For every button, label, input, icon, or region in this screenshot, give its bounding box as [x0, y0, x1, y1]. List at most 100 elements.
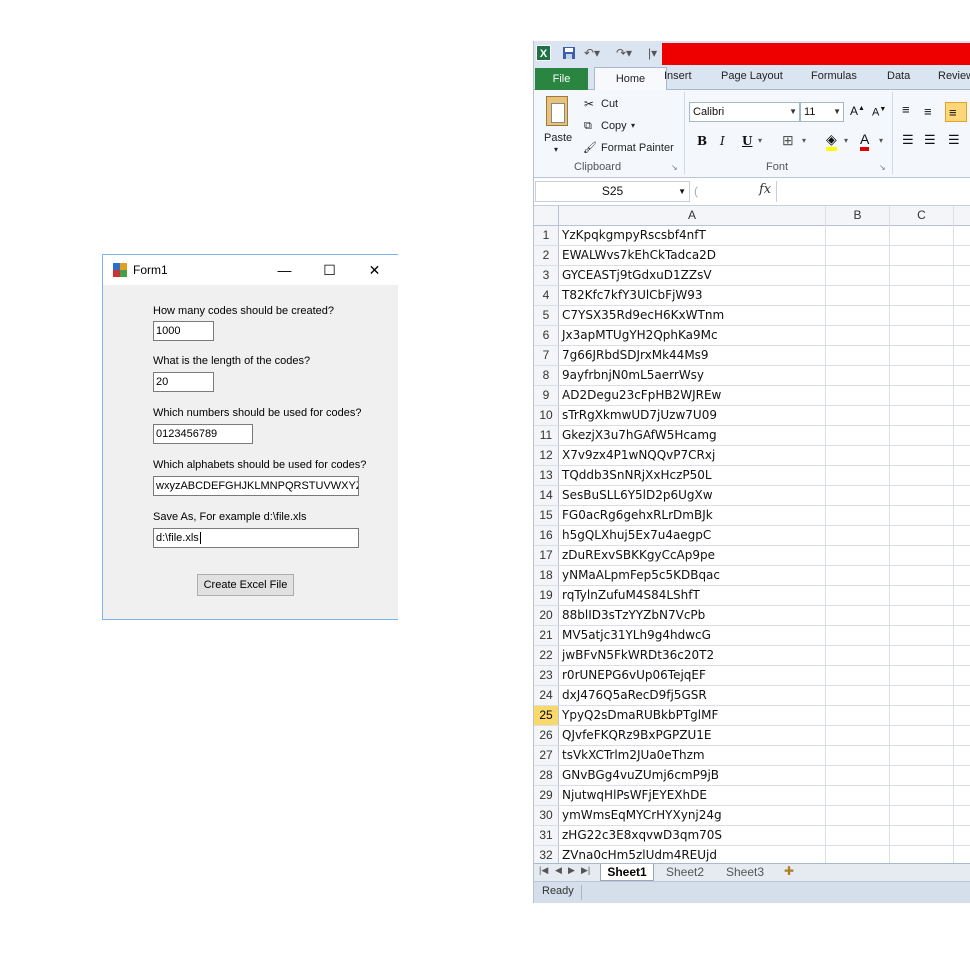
bold-button[interactable]: B — [697, 134, 707, 148]
tab-page-layout[interactable]: Page Layout — [721, 70, 783, 82]
cell-a[interactable]: YzKpqkgmpyRscsbf4nfT — [562, 226, 706, 245]
cell-a[interactable]: MV5atjc31YLh9g4hdwcG — [562, 626, 711, 645]
row-header[interactable]: 22 — [534, 646, 559, 665]
column-header-b[interactable]: B — [826, 206, 890, 225]
cell-a[interactable]: Jx3apMTUgYH2QphKa9Mc — [562, 326, 718, 345]
cell-a[interactable]: EWALWvs7kEhCkTadca2D — [562, 246, 716, 265]
first-sheet-icon[interactable]: |◀ — [539, 865, 548, 876]
font-name-combo[interactable]: Calibri ▼ — [689, 102, 800, 122]
underline-button[interactable]: U — [742, 134, 752, 148]
row-header[interactable]: 3 — [534, 266, 559, 285]
tab-file[interactable]: File — [535, 68, 588, 90]
paste-icon[interactable] — [546, 96, 568, 126]
row-header[interactable]: 30 — [534, 806, 559, 825]
cell-a[interactable]: r0rUNEPG6vUp06TejqEF — [562, 666, 706, 685]
tab-data[interactable]: Data — [887, 70, 910, 82]
align-left-icon[interactable]: ☰ — [902, 132, 914, 148]
cell-a[interactable]: yNMaALpmFep5c5KDBqac — [562, 566, 720, 585]
row-header[interactable]: 15 — [534, 506, 559, 525]
save-icon[interactable] — [562, 46, 576, 60]
format-painter-button[interactable]: Format Painter — [601, 142, 674, 154]
row-header[interactable]: 20 — [534, 606, 559, 625]
column-header-a[interactable]: A — [559, 206, 826, 225]
cell-a[interactable]: 88blID3sTzYYZbN7VcPb — [562, 606, 705, 625]
excel-app-icon[interactable]: X — [536, 45, 551, 61]
fill-color-dropdown-icon[interactable]: ▾ — [844, 136, 848, 145]
formula-input[interactable] — [778, 181, 970, 202]
middle-align-icon[interactable]: ≡ — [924, 104, 932, 119]
italic-button[interactable]: I — [720, 134, 725, 148]
cell-a[interactable]: SesBuSLL6Y5lD2p6UgXw — [562, 486, 713, 505]
cell-a[interactable]: zDuRExvSBKKgyCcAp9pe — [562, 546, 715, 565]
row-header[interactable]: 11 — [534, 426, 559, 445]
cell-a[interactable]: T82Kfc7kfY3UlCbFjW93 — [562, 286, 703, 305]
copy-button[interactable]: Copy — [601, 120, 627, 132]
cell-a[interactable]: YpyQ2sDmaRUBkbPTglMF — [562, 706, 718, 725]
row-header[interactable]: 9 — [534, 386, 559, 405]
row-header[interactable]: 2 — [534, 246, 559, 265]
row-header[interactable]: 14 — [534, 486, 559, 505]
cell-a[interactable]: dxJ476Q5aRecD9fj5GSR — [562, 686, 707, 705]
paste-button[interactable]: Paste — [544, 132, 572, 144]
select-all-corner[interactable] — [534, 206, 559, 226]
cell-a[interactable]: GYCEASTj9tGdxuD1ZZsV — [562, 266, 712, 285]
shrink-font-icon[interactable]: A▼ — [872, 106, 886, 119]
cell-a[interactable]: sTrRgXkmwUD7jUzw7U09 — [562, 406, 717, 425]
row-header[interactable]: 23 — [534, 666, 559, 685]
row-header[interactable]: 25 — [534, 706, 559, 725]
row-header[interactable]: 16 — [534, 526, 559, 545]
last-sheet-icon[interactable]: ▶| — [581, 865, 590, 876]
cell-a[interactable]: AD2Degu23cFpHB2WJREw — [562, 386, 721, 405]
cut-button[interactable]: Cut — [601, 98, 618, 110]
row-header[interactable]: 31 — [534, 826, 559, 845]
code-length-input[interactable]: 20 — [153, 372, 214, 392]
name-box-dropdown-icon[interactable]: ▼ — [678, 182, 686, 201]
create-excel-file-button[interactable]: Create Excel File — [197, 574, 294, 596]
top-align-icon[interactable]: ≡ — [902, 102, 910, 117]
cell-a[interactable]: QJvfeFKQRz9BxPGPZU1E — [562, 726, 712, 745]
row-header[interactable]: 18 — [534, 566, 559, 585]
row-header[interactable]: 28 — [534, 766, 559, 785]
borders-dropdown-icon[interactable]: ▾ — [802, 136, 806, 145]
save-as-input[interactable]: d:\file.xls — [153, 528, 359, 548]
sheet-tab-sheet2[interactable]: Sheet2 — [660, 864, 710, 881]
cell-a[interactable]: GkezjX3u7hGAfW5Hcamg — [562, 426, 717, 445]
row-header[interactable]: 12 — [534, 446, 559, 465]
row-header[interactable]: 17 — [534, 546, 559, 565]
align-center-icon[interactable]: ☰ — [924, 132, 936, 148]
cell-a[interactable]: ymWmsEqMYCrHYXynj24g — [562, 806, 722, 825]
customize-qat-icon[interactable]: |▾ — [648, 45, 657, 61]
copy-dropdown-icon[interactable]: ▾ — [631, 121, 635, 130]
grow-font-icon[interactable]: A▲ — [850, 104, 865, 118]
close-button[interactable]: ✕ — [352, 255, 397, 285]
align-right-icon[interactable]: ☰ — [948, 132, 960, 148]
sheet-tab-sheet1[interactable]: Sheet1 — [600, 864, 654, 881]
row-header[interactable]: 8 — [534, 366, 559, 385]
undo-icon[interactable]: ↶▾ — [584, 45, 600, 61]
code-count-input[interactable]: 1000 — [153, 321, 214, 341]
prev-sheet-icon[interactable]: ◀ — [555, 865, 562, 876]
row-header[interactable]: 7 — [534, 346, 559, 365]
row-header[interactable]: 4 — [534, 286, 559, 305]
tab-review[interactable]: Review — [938, 70, 970, 82]
font-color-dropdown-icon[interactable]: ▾ — [879, 136, 883, 145]
cell-a[interactable]: 7g66JRbdSDJrxMk44Ms9 — [562, 346, 709, 365]
numbers-input[interactable]: 0123456789 — [153, 424, 253, 444]
cell-a[interactable]: zHG22c3E8xqvwD3qm70S — [562, 826, 722, 845]
fill-color-icon[interactable]: ◈ — [826, 131, 837, 151]
cell-a[interactable]: h5gQLXhuj5Ex7u4aegpC — [562, 526, 711, 545]
row-header[interactable]: 6 — [534, 326, 559, 345]
underline-dropdown-icon[interactable]: ▾ — [758, 136, 762, 145]
insert-sheet-icon[interactable]: ✚ — [784, 864, 794, 878]
tab-formulas[interactable]: Formulas — [811, 70, 857, 82]
sheet-tab-sheet3[interactable]: Sheet3 — [720, 864, 770, 881]
row-header[interactable]: 19 — [534, 586, 559, 605]
row-header[interactable]: 21 — [534, 626, 559, 645]
tab-insert[interactable]: Insert — [664, 70, 692, 82]
alphabets-input[interactable]: wxyzABCDEFGHJKLMNPQRSTUVWXYZ — [153, 476, 359, 496]
clipboard-launcher-icon[interactable]: ↘ — [671, 163, 678, 172]
column-header-c[interactable]: C — [890, 206, 954, 225]
tab-home[interactable]: Home — [594, 67, 667, 90]
cell-a[interactable]: TQddb3SnNRjXxHczP50L — [562, 466, 712, 485]
cell-a[interactable]: NjutwqHlPsWFjEYEXhDE — [562, 786, 707, 805]
